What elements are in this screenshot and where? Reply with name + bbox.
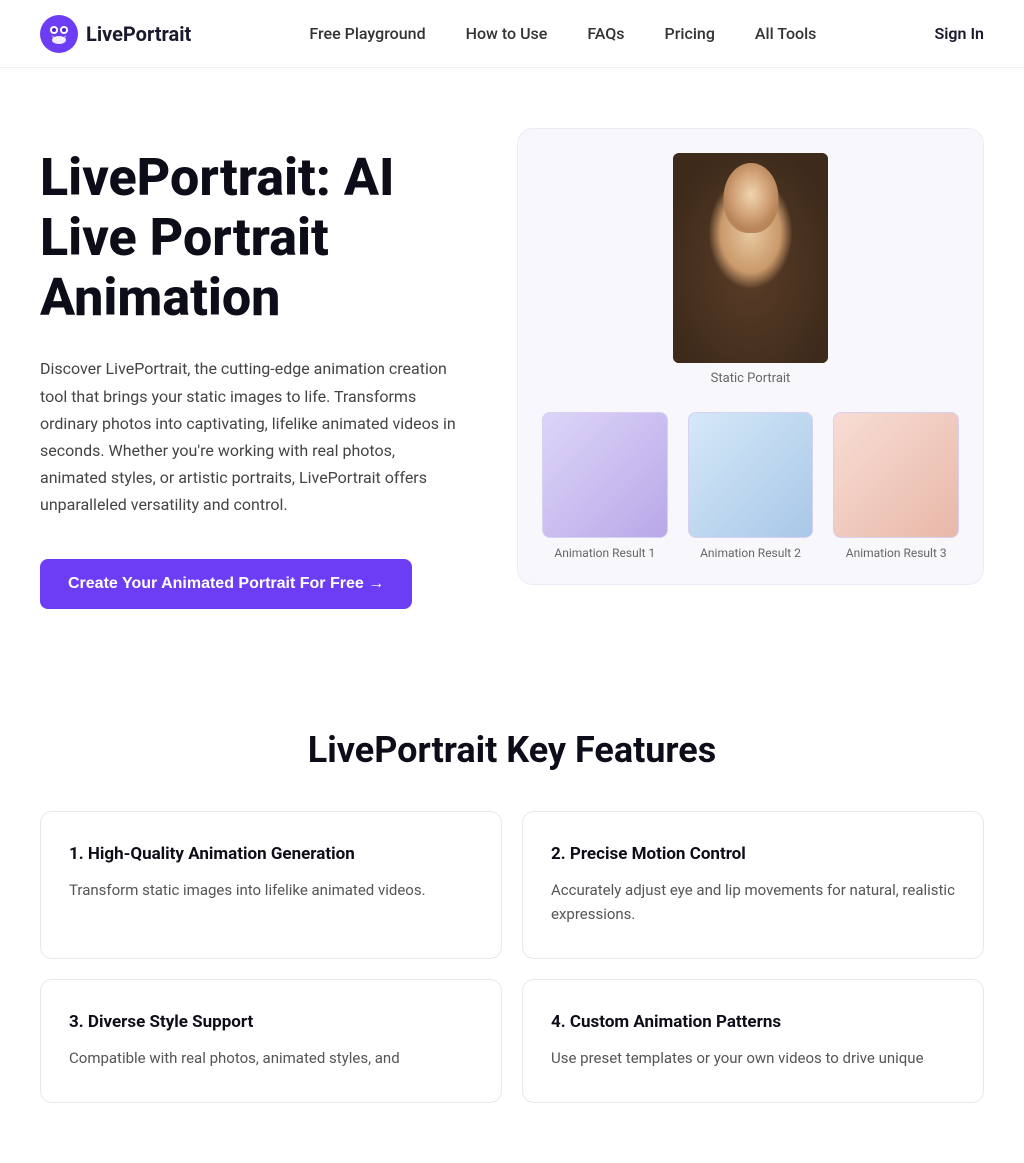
hero-section: LivePortrait: AI Live Portrait Animation… [0,68,1024,689]
feature-card-4: 4. Custom Animation Patterns Use preset … [522,979,984,1103]
nav-links: Free Playground How to Use FAQs Pricing … [309,24,816,43]
feature-2-desc: Accurately adjust eye and lip movements … [551,878,955,926]
nav-item-how-to-use[interactable]: How to Use [466,24,548,43]
feature-1-desc: Transform static images into lifelike an… [69,878,473,902]
brand-name: LivePortrait [86,22,191,46]
features-grid: 1. High-Quality Animation Generation Tra… [40,811,984,1103]
nav-item-all-tools[interactable]: All Tools [755,24,817,43]
portrait-container: Static Portrait [673,153,828,386]
navbar: LivePortrait Free Playground How to Use … [0,0,1024,68]
hero-demo: Static Portrait Animation Result 1 Anima… [517,128,984,585]
feature-3-desc: Compatible with real photos, animated st… [69,1046,473,1070]
hero-description: Discover LivePortrait, the cutting-edge … [40,355,457,518]
signin-button[interactable]: Sign In [935,24,984,43]
feature-2-title: 2. Precise Motion Control [551,844,955,864]
static-portrait-label: Static Portrait [711,371,791,386]
feature-4-title: 4. Custom Animation Patterns [551,1012,955,1032]
feature-4-desc: Use preset templates or your own videos … [551,1046,955,1070]
features-section: LivePortrait Key Features 1. High-Qualit… [0,689,1024,1163]
feature-1-title: 1. High-Quality Animation Generation [69,844,473,864]
feature-card-2: 2. Precise Motion Control Accurately adj… [522,811,984,959]
anim-result-3: Animation Result 3 [833,412,959,560]
logo[interactable]: LivePortrait [40,15,191,53]
anim-box-3 [833,412,959,538]
animation-results: Animation Result 1 Animation Result 2 An… [542,412,959,560]
cta-button[interactable]: Create Your Animated Portrait For Free → [40,559,412,609]
nav-item-free-playground[interactable]: Free Playground [309,24,425,43]
anim-box-2 [688,412,814,538]
anim-label-2: Animation Result 2 [700,546,801,560]
feature-card-1: 1. High-Quality Animation Generation Tra… [40,811,502,959]
nav-item-faqs[interactable]: FAQs [587,24,624,43]
nav-item-pricing[interactable]: Pricing [665,24,715,43]
feature-3-title: 3. Diverse Style Support [69,1012,473,1032]
hero-title: LivePortrait: AI Live Portrait Animation [40,148,457,327]
portrait-image [673,153,828,363]
feature-card-3: 3. Diverse Style Support Compatible with… [40,979,502,1103]
hero-text: LivePortrait: AI Live Portrait Animation… [40,128,457,609]
anim-result-1: Animation Result 1 [542,412,668,560]
anim-box-1 [542,412,668,538]
anim-label-3: Animation Result 3 [846,546,947,560]
anim-result-2: Animation Result 2 [688,412,814,560]
features-title: LivePortrait Key Features [40,729,984,771]
logo-icon [40,15,78,53]
anim-label-1: Animation Result 1 [554,546,655,560]
